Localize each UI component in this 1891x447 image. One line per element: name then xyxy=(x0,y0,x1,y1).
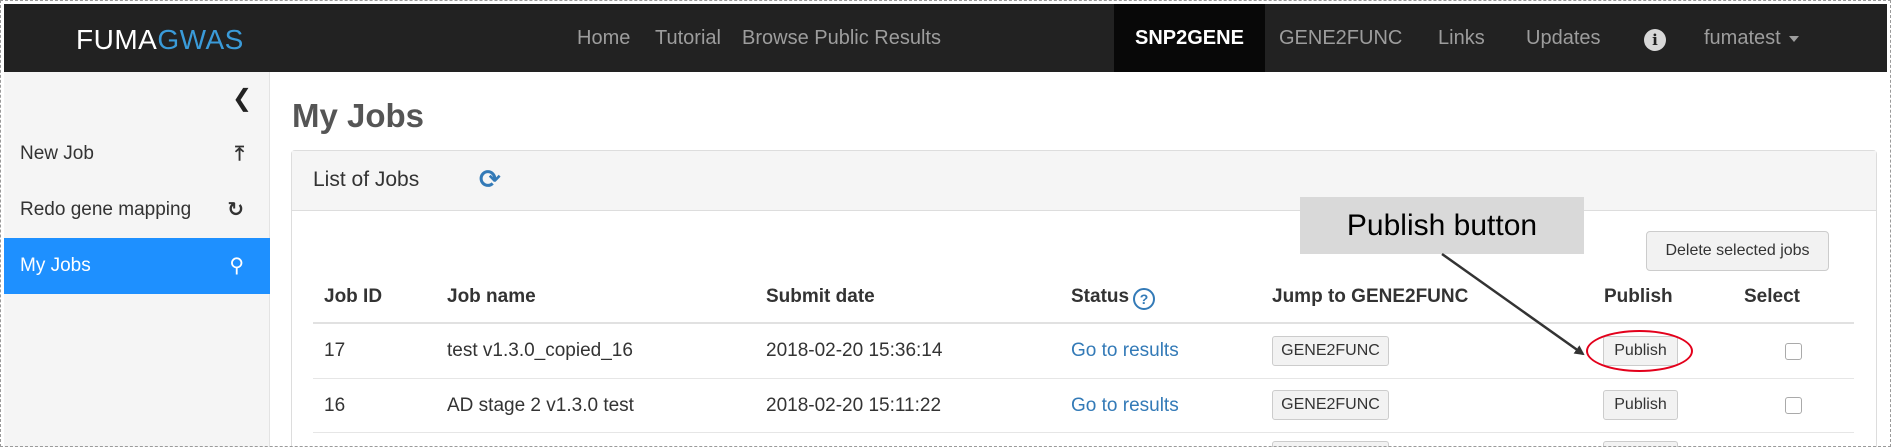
panel-heading: List of Jobs ⟳ xyxy=(292,151,1876,211)
caret-down-icon xyxy=(1788,35,1799,42)
column-header-job-id: Job ID xyxy=(324,286,383,307)
go-to-results-link[interactable]: Go to results xyxy=(1071,340,1179,362)
submit-date-cell: 2018-02-20 15:11:22 xyxy=(766,395,942,416)
header-divider xyxy=(313,322,1854,324)
go-to-results-link[interactable]: Go to results xyxy=(1071,395,1179,417)
job-id-cell: 16 xyxy=(324,395,346,416)
help-icon[interactable]: ? xyxy=(1133,288,1156,310)
refresh-icon[interactable]: ⟳ xyxy=(479,164,501,195)
panel-title: List of Jobs xyxy=(313,168,420,191)
column-header-job-name: Job name xyxy=(447,286,536,307)
nav-links[interactable]: Links xyxy=(1438,4,1485,72)
nav-snp2gene[interactable]: SNP2GENE xyxy=(1114,4,1265,72)
sidebar-item-my-jobs[interactable]: My Jobs ⚲ xyxy=(4,238,270,294)
annotation-callout: Publish button xyxy=(1300,197,1584,254)
job-name-cell: AD stage 2 v1.3.0 test xyxy=(447,395,634,416)
refresh-icon: ↻ xyxy=(227,199,244,221)
column-header-publish: Publish xyxy=(1604,286,1673,307)
gene2func-button[interactable]: GENE2FUNC xyxy=(1272,390,1389,420)
brand-logo[interactable]: FUMAGWAS xyxy=(76,24,244,56)
nav-home[interactable]: Home xyxy=(577,4,630,72)
top-navbar: FUMAGWAS Home Tutorial Browse Public Res… xyxy=(4,4,1887,72)
sidebar-item-new-job[interactable]: New Job ⤒ xyxy=(4,126,270,182)
job-name-cell: test v1.3.0_copied_16 xyxy=(447,340,633,361)
sidebar-item-label: New Job xyxy=(20,143,94,164)
info-icon[interactable]: i xyxy=(1644,29,1666,51)
nav-gene2func[interactable]: GENE2FUNC xyxy=(1279,4,1402,72)
column-header-submit-date: Submit date xyxy=(766,286,875,307)
brand-logo-part1: FUMA xyxy=(76,24,158,55)
user-menu[interactable]: fumatest xyxy=(1704,4,1799,72)
gene2func-button[interactable]: GENE2FUNC xyxy=(1272,336,1389,366)
search-icon: ⚲ xyxy=(229,255,244,277)
nav-browse-public-results[interactable]: Browse Public Results xyxy=(742,4,941,72)
select-checkbox[interactable] xyxy=(1785,397,1802,414)
column-header-jump-to-gene2func: Jump to GENE2FUNC xyxy=(1272,286,1469,307)
nav-tutorial[interactable]: Tutorial xyxy=(655,4,721,72)
page-title: My Jobs xyxy=(292,97,425,134)
upload-icon: ⤒ xyxy=(235,143,244,165)
submit-date-cell: 2018-02-20 15:36:14 xyxy=(766,340,943,361)
user-name: fumatest xyxy=(1704,27,1781,49)
select-checkbox[interactable] xyxy=(1785,343,1802,360)
sidebar-item-label: Redo gene mapping xyxy=(20,199,192,220)
collapse-sidebar-icon[interactable]: ❮ xyxy=(232,84,252,113)
column-header-status: Status? xyxy=(1071,286,1156,310)
brand-logo-part2: GWAS xyxy=(157,24,244,55)
job-id-cell: 17 xyxy=(324,340,346,361)
column-header-status-label: Status xyxy=(1071,286,1130,307)
gene2func-button-partial[interactable] xyxy=(1272,441,1389,447)
nav-updates[interactable]: Updates xyxy=(1526,4,1601,72)
sidebar-item-redo-gene-mapping[interactable]: Redo gene mapping ↻ xyxy=(4,182,270,238)
row-divider xyxy=(313,432,1854,433)
publish-button[interactable]: Publish xyxy=(1603,390,1678,420)
sidebar: ❮ New Job ⤒ Redo gene mapping ↻ My Jobs … xyxy=(4,72,270,447)
publish-button-partial[interactable] xyxy=(1603,441,1678,447)
row-divider xyxy=(313,378,1854,379)
highlight-ellipse xyxy=(1586,330,1693,372)
column-header-select: Select xyxy=(1744,286,1800,307)
sidebar-item-label: My Jobs xyxy=(20,255,91,276)
delete-selected-jobs-button[interactable]: Delete selected jobs xyxy=(1646,231,1829,271)
